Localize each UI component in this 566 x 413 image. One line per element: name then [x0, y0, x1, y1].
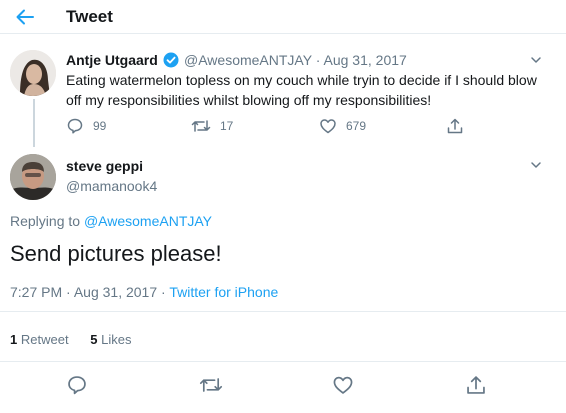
- parent-tweet-text: Eating watermelon topless on my couch wh…: [66, 72, 537, 108]
- reply-icon: [66, 117, 84, 135]
- parent-retweet-count: 17: [220, 119, 234, 133]
- retweets-stat[interactable]: 1 Retweet: [10, 332, 69, 347]
- parent-like-button[interactable]: 679: [319, 117, 366, 135]
- parent-retweet-button[interactable]: 17: [191, 117, 233, 135]
- engagement-stats: 1 Retweet 5 Likes: [10, 332, 131, 347]
- chevron-down-icon[interactable]: [529, 53, 543, 67]
- divider: [0, 311, 566, 312]
- share-icon[interactable]: [465, 374, 487, 396]
- retweet-label: Retweet: [20, 332, 69, 347]
- reply-author-name[interactable]: steve geppi: [66, 158, 143, 174]
- reply-source-separator: ·: [161, 284, 166, 300]
- reply-source-link[interactable]: Twitter for iPhone: [169, 284, 278, 300]
- parent-author-name[interactable]: Antje Utgaard: [66, 52, 158, 68]
- reply-tweet-text: Send pictures please!: [10, 241, 222, 266]
- reply-date[interactable]: Aug 31, 2017: [74, 284, 157, 300]
- chevron-down-icon[interactable]: [529, 158, 543, 172]
- verified-badge-icon: [163, 52, 179, 68]
- likes-stat[interactable]: 5 Likes: [90, 332, 131, 347]
- share-icon: [446, 117, 464, 135]
- like-icon: [319, 117, 337, 135]
- parent-share-button[interactable]: [446, 117, 464, 135]
- retweet-total: 1: [10, 332, 18, 347]
- parent-reply-count: 99: [93, 119, 107, 133]
- replying-to-line: Replying to @AwesomeANTJAY: [10, 213, 212, 229]
- replying-to-label: Replying to: [10, 213, 81, 229]
- divider: [0, 361, 566, 362]
- reply-meta: 7:27 PM · Aug 31, 2017 · Twitter for iPh…: [10, 284, 278, 300]
- reply-time[interactable]: 7:27 PM: [10, 284, 62, 300]
- reply-author-handle[interactable]: @mamanook4: [66, 178, 157, 194]
- like-total: 5: [90, 332, 98, 347]
- page-title: Tweet: [66, 7, 113, 26]
- avatar-steve[interactable]: [10, 154, 56, 200]
- back-arrow-icon[interactable]: [14, 6, 36, 28]
- thread-connector: [33, 99, 35, 147]
- parent-date-separator: ·: [315, 52, 321, 68]
- parent-handle-date: @AwesomeANTJAY · Aug 31, 2017: [184, 52, 407, 68]
- retweet-icon[interactable]: [199, 374, 223, 396]
- replying-to-mention[interactable]: @AwesomeANTJAY: [84, 213, 212, 229]
- parent-reply-button[interactable]: 99: [66, 117, 106, 135]
- reply-date-separator: ·: [66, 284, 71, 300]
- parent-like-count: 679: [346, 119, 367, 133]
- parent-author-handle[interactable]: @AwesomeANTJAY: [184, 52, 312, 68]
- parent-date[interactable]: Aug 31, 2017: [324, 52, 407, 68]
- like-label: Likes: [101, 332, 132, 347]
- like-icon[interactable]: [332, 374, 354, 396]
- avatar-antje[interactable]: [10, 50, 56, 96]
- reply-icon[interactable]: [66, 374, 88, 396]
- retweet-icon: [191, 117, 211, 135]
